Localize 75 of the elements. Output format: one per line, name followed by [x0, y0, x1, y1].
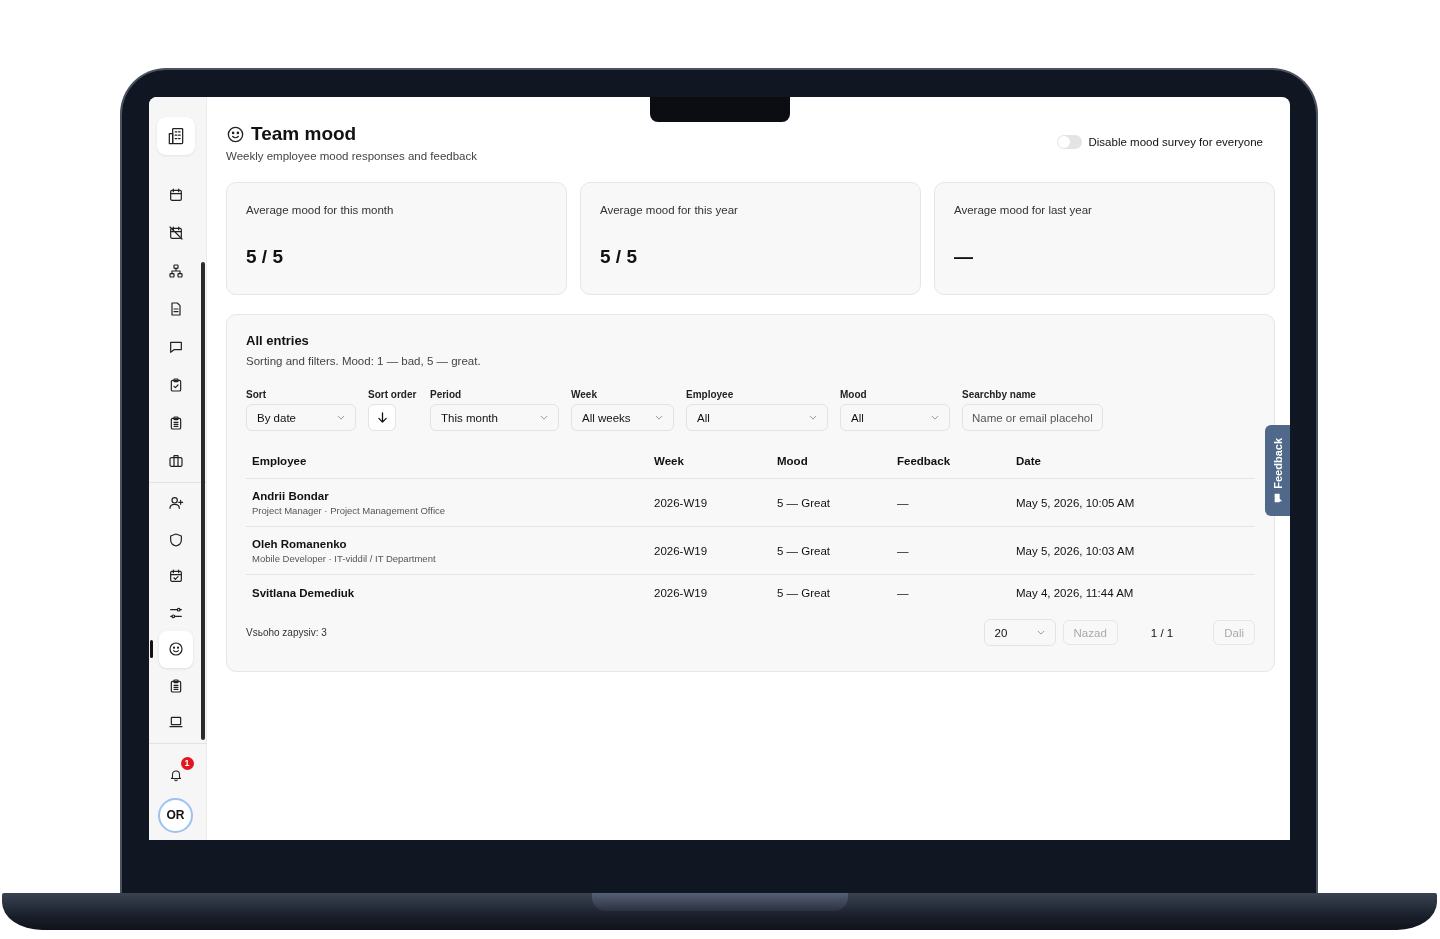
filter-label: Mood [840, 389, 868, 400]
table-cell: May 4, 2026, 11:44 AM [1016, 587, 1134, 599]
table-cell: 2026-W19 [654, 587, 708, 599]
filter-label: Week [571, 389, 598, 400]
stat-label: Average mood for this year [600, 204, 739, 216]
table-cell: 5 — Great [777, 587, 831, 599]
toggle-label: Disable mood survey for everyone [1088, 136, 1263, 148]
page-title: Team mood [251, 123, 357, 145]
column-header: Employee [251, 454, 308, 467]
feedback-tab[interactable]: Feedback [1265, 425, 1290, 516]
briefcase-icon [167, 453, 184, 469]
table-cell: — [897, 496, 909, 509]
table-cell: May 5, 2026, 10:05 AM [1016, 496, 1135, 509]
chevron-down-icon [337, 415, 345, 420]
smile-icon [226, 124, 245, 144]
page-size-select[interactable]: 20 [983, 619, 1056, 646]
notification-badge: 1 [180, 756, 194, 770]
stat-value: 5 / 5 [600, 246, 638, 268]
chevron-down-icon [809, 415, 817, 420]
add-user-icon [167, 495, 184, 512]
calendar-check-icon [167, 568, 184, 585]
table-cell: May 5, 2026, 10:03 AM [1016, 544, 1135, 557]
total-count: Vsьoho zapysiv: 3 [246, 627, 327, 638]
chevron-down-icon [1036, 630, 1045, 635]
org-chart-icon [167, 263, 184, 279]
table-cell: 2026-W19 [654, 496, 708, 509]
scrollbar[interactable] [201, 262, 205, 740]
page-indicator: 1 / 1 [1150, 626, 1174, 639]
calendar-icon [167, 187, 184, 203]
select-field[interactable]: All [686, 404, 828, 431]
select-field[interactable]: All [840, 404, 950, 431]
shield-icon [167, 531, 184, 548]
chevron-down-icon [931, 415, 939, 420]
user-avatar[interactable]: OR [158, 797, 193, 833]
stat-value: 5 / 5 [246, 246, 284, 268]
select-field[interactable]: This month [430, 404, 559, 431]
table-cell: 5 — Great [777, 544, 831, 557]
employee-details: Project Manager · Project Management Office [252, 504, 447, 516]
logo-button[interactable] [156, 117, 195, 155]
employee-name: Svitlana Demediuk [252, 587, 356, 599]
toggle-switch[interactable] [1056, 135, 1082, 149]
column-header: Mood [776, 454, 809, 467]
stat-value: — [954, 246, 974, 268]
calendar-off-icon [167, 225, 184, 241]
filter-label: Employee [686, 389, 735, 400]
smile-icon [167, 641, 184, 658]
select-field[interactable]: By date [246, 404, 356, 431]
employee-name: Andrii Bondar [252, 489, 330, 502]
employee-name: Oleh Romanenko [252, 537, 348, 550]
column-header: Week [653, 454, 685, 467]
arrow-down-icon [376, 412, 388, 423]
filter-label: Sort order [368, 389, 418, 400]
chat-icon [1272, 492, 1283, 503]
sort-order-button[interactable] [368, 404, 396, 431]
bell-icon [168, 767, 183, 782]
page-subtitle: Weekly employee mood responses and feedback [226, 150, 478, 162]
filter-label: Sort [246, 389, 267, 400]
section-description: Sorting and filters. Mood: 1 — bad, 5 — great. [246, 355, 482, 367]
table-cell: — [897, 587, 909, 599]
table-cell: 5 — Great [777, 496, 831, 509]
column-header: Date [1015, 454, 1042, 467]
filter-label: Searchby name [962, 389, 1037, 400]
chevron-down-icon [540, 415, 548, 420]
column-header: Feedback [896, 454, 952, 467]
filter-label: Period [430, 389, 463, 400]
employee-details: Mobile Developer · IT-viddil / IT Department [252, 552, 437, 564]
table-cell: — [897, 544, 909, 557]
chat-icon [167, 339, 184, 355]
select-field[interactable]: All weeks [571, 404, 674, 431]
stat-label: Average mood for this month [246, 204, 395, 216]
table-cell: 2026-W19 [654, 544, 708, 557]
section-title: All entries [246, 333, 310, 348]
stat-label: Average mood for last year [954, 204, 1093, 216]
search-field[interactable]: Name or email placehol [962, 404, 1103, 431]
chevron-down-icon [655, 415, 663, 420]
